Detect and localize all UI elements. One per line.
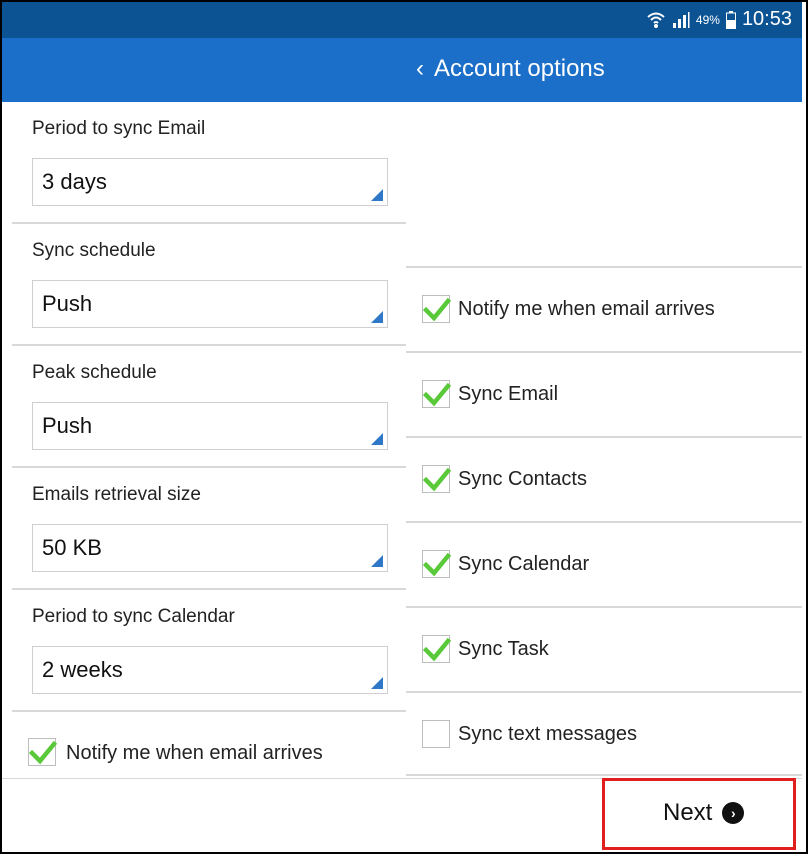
checkbox-row-notify[interactable]: Notify me when email arrives	[406, 266, 802, 351]
checkbox[interactable]	[422, 465, 451, 493]
setting-label: Period to sync Email	[32, 118, 206, 139]
checkbox-label: Sync text messages	[458, 723, 637, 745]
checkmark-icon	[423, 552, 451, 577]
checkmark-icon	[423, 637, 451, 662]
peak-schedule-dropdown[interactable]: Push	[32, 402, 388, 450]
checkmark-icon	[423, 382, 451, 407]
dropdown-value: Push	[42, 413, 93, 438]
clock: 10:53	[741, 8, 792, 30]
next-button[interactable]: Next ›	[602, 778, 796, 850]
wifi-icon	[646, 11, 666, 29]
checkbox[interactable]	[422, 295, 451, 323]
checkbox-label: Notify me when email arrives	[458, 298, 715, 320]
page-title: Account options	[434, 55, 605, 82]
sync-schedule-dropdown[interactable]: Push	[32, 280, 388, 328]
chevron-right-circle-icon: ›	[722, 802, 745, 824]
checkbox[interactable]	[422, 550, 451, 578]
checkbox-row-sync-task[interactable]: Sync Task	[406, 606, 802, 691]
dropdown-value: Push	[42, 291, 93, 316]
battery-percent: 49%	[695, 12, 720, 27]
setting-label: Sync schedule	[32, 240, 156, 261]
back-button[interactable]: ‹ Account options	[416, 54, 605, 84]
setting-sync-schedule: Sync schedule Push	[12, 224, 406, 346]
dropdown-corner-icon	[371, 433, 383, 445]
checkbox[interactable]	[422, 635, 451, 663]
checkbox[interactable]	[422, 380, 451, 408]
signal-icon	[672, 11, 690, 29]
checkmark-icon	[29, 740, 57, 765]
setting-peak-schedule: Peak schedule Push	[12, 346, 406, 468]
app-bar: ‹ Account options	[2, 38, 802, 102]
setting-emails-retrieval-size: Emails retrieval size 50 KB	[12, 468, 406, 590]
status-indicators: 49% 10:53	[646, 8, 792, 31]
period-sync-calendar-dropdown[interactable]: 2 weeks	[32, 646, 388, 694]
checkbox-row-sync-text-messages[interactable]: Sync text messages	[406, 691, 802, 776]
status-bar: 49% 10:53	[2, 2, 802, 38]
checkbox[interactable]	[422, 720, 450, 748]
checkbox-row-sync-contacts[interactable]: Sync Contacts	[406, 436, 802, 521]
dropdown-value: 50 KB	[42, 535, 102, 560]
checkbox-label: Sync Task	[458, 638, 549, 660]
battery-icon	[725, 10, 736, 29]
checkbox-row-sync-email[interactable]: Sync Email	[406, 351, 802, 436]
dropdown-corner-icon	[371, 189, 383, 201]
dropdown-corner-icon	[371, 311, 383, 323]
checkbox-row-sync-calendar[interactable]: Sync Calendar	[406, 521, 802, 606]
checkbox-label: Sync Contacts	[458, 468, 587, 490]
checkbox-label: Notify me when email arrives	[66, 742, 323, 764]
dropdown-corner-icon	[371, 677, 383, 689]
sync-options-list: Notify me when email arrives Sync Email …	[406, 266, 802, 776]
sync-settings-panel: Period to sync Email 3 days Sync schedul…	[12, 102, 406, 778]
dropdown-value: 3 days	[42, 169, 107, 194]
period-sync-email-dropdown[interactable]: 3 days	[32, 158, 388, 206]
setting-label: Peak schedule	[32, 362, 157, 383]
checkmark-icon	[423, 467, 451, 492]
setting-label: Period to sync Calendar	[32, 606, 235, 627]
next-button-label: Next	[663, 799, 713, 826]
checkmark-icon	[423, 297, 451, 322]
dropdown-value: 2 weeks	[42, 657, 123, 682]
setting-period-sync-email: Period to sync Email 3 days	[12, 102, 406, 224]
next-button-content: Next ›	[663, 799, 745, 827]
setting-period-sync-calendar: Period to sync Calendar 2 weeks	[12, 590, 406, 712]
checkbox-label: Sync Email	[458, 383, 559, 405]
checkbox[interactable]	[28, 738, 57, 766]
dropdown-corner-icon	[371, 555, 383, 567]
checkbox-label: Sync Calendar	[458, 553, 590, 575]
setting-label: Emails retrieval size	[32, 484, 201, 505]
left-notify-checkbox-row[interactable]: Notify me when email arrives	[12, 712, 406, 778]
chevron-left-icon: ‹	[416, 55, 424, 82]
emails-retrieval-size-dropdown[interactable]: 50 KB	[32, 524, 388, 572]
